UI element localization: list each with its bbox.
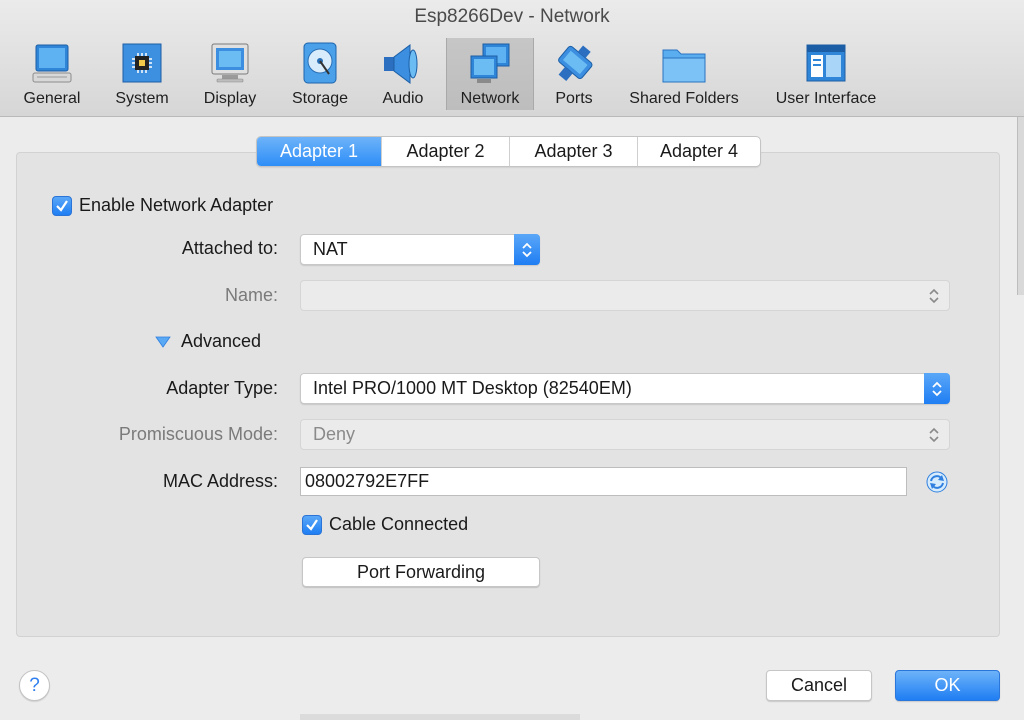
promiscuous-mode-label: Promiscuous Mode:	[118, 424, 278, 444]
toolbar-label: General	[23, 90, 81, 107]
general-icon	[32, 44, 72, 83]
mac-address-input[interactable]	[300, 467, 907, 496]
settings-window: Esp8266Dev - Network General System Disp…	[0, 0, 1024, 720]
toolbar-label: Storage	[291, 90, 349, 107]
attached-to-label: Attached to:	[181, 238, 278, 258]
adapter-type-select[interactable]: Intel PRO/1000 MT Desktop (82540EM)	[300, 373, 950, 404]
shared-folders-icon	[662, 49, 706, 83]
toolbar-label: Ports	[555, 90, 593, 107]
display-icon	[211, 43, 249, 83]
chevron-updown-icon	[921, 419, 947, 450]
tab-adapter-4[interactable]: Adapter 4	[638, 137, 760, 166]
promiscuous-mode-value: Deny	[313, 424, 356, 444]
toolbar-item-user-interface[interactable]: User Interface	[766, 38, 886, 110]
toolbar-item-general[interactable]: General	[14, 38, 90, 110]
tab-adapter-1[interactable]: Adapter 1	[257, 137, 382, 166]
chevron-updown-icon	[514, 234, 540, 265]
audio-icon	[384, 44, 418, 84]
disclosure-triangle-icon[interactable]	[155, 336, 171, 348]
toolbar-item-ports[interactable]: Ports	[540, 38, 608, 110]
toolbar-label: Display	[203, 90, 257, 107]
tab-adapter-2[interactable]: Adapter 2	[382, 137, 510, 166]
cable-connected-label[interactable]: Cable Connected	[329, 514, 468, 535]
toolbar-item-network[interactable]: Network	[446, 38, 534, 110]
cable-connected-checkbox[interactable]	[302, 515, 322, 535]
ports-icon	[558, 45, 593, 82]
toolbar-item-shared-folders[interactable]: Shared Folders	[620, 38, 748, 110]
refresh-icon[interactable]	[925, 470, 949, 494]
adapter-type-value: Intel PRO/1000 MT Desktop (82540EM)	[313, 378, 632, 398]
toolbar-item-system[interactable]: System	[104, 38, 180, 110]
attached-to-select[interactable]: NAT	[300, 234, 540, 265]
toolbar-item-audio[interactable]: Audio	[368, 38, 438, 110]
background-window-edge	[300, 714, 580, 720]
advanced-label[interactable]: Advanced	[181, 331, 261, 352]
help-button[interactable]: ?	[19, 670, 50, 701]
toolbar-item-storage[interactable]: Storage	[282, 38, 358, 110]
mac-address-label: MAC Address:	[162, 471, 278, 491]
toolbar-label: Audio	[382, 90, 424, 107]
enable-adapter-label[interactable]: Enable Network Adapter	[79, 195, 273, 216]
name-select[interactable]	[300, 280, 950, 311]
toolbar-label: Network	[460, 90, 520, 107]
checkmark-icon	[306, 519, 318, 531]
window-edge	[1017, 117, 1024, 295]
promiscuous-mode-select[interactable]: Deny	[300, 419, 950, 450]
attached-to-value: NAT	[313, 239, 348, 259]
ok-button[interactable]: OK	[895, 670, 1000, 701]
window-title: Esp8266Dev - Network	[414, 6, 610, 27]
toolbar-label: Shared Folders	[629, 90, 739, 107]
adapter-tabs: Adapter 1 Adapter 2 Adapter 3 Adapter 4	[256, 136, 761, 167]
system-icon	[122, 43, 162, 83]
toolbar-label: System	[115, 90, 169, 107]
checkmark-icon	[56, 200, 68, 212]
network-icon	[470, 43, 510, 83]
help-icon: ?	[29, 675, 40, 696]
enable-adapter-checkbox[interactable]	[52, 196, 72, 216]
toolbar: Esp8266Dev - Network General System Disp…	[0, 0, 1024, 117]
adapter-type-label: Adapter Type:	[166, 378, 278, 398]
toolbar-item-display[interactable]: Display	[192, 38, 268, 110]
name-label: Name:	[224, 285, 278, 305]
cancel-button[interactable]: Cancel	[766, 670, 872, 701]
chevron-updown-icon	[921, 280, 947, 311]
user-interface-icon	[806, 44, 846, 82]
tab-adapter-3[interactable]: Adapter 3	[510, 137, 638, 166]
chevron-updown-icon	[924, 373, 950, 404]
port-forwarding-button[interactable]: Port Forwarding	[302, 557, 540, 587]
storage-icon	[303, 42, 337, 84]
toolbar-label: User Interface	[775, 90, 877, 107]
